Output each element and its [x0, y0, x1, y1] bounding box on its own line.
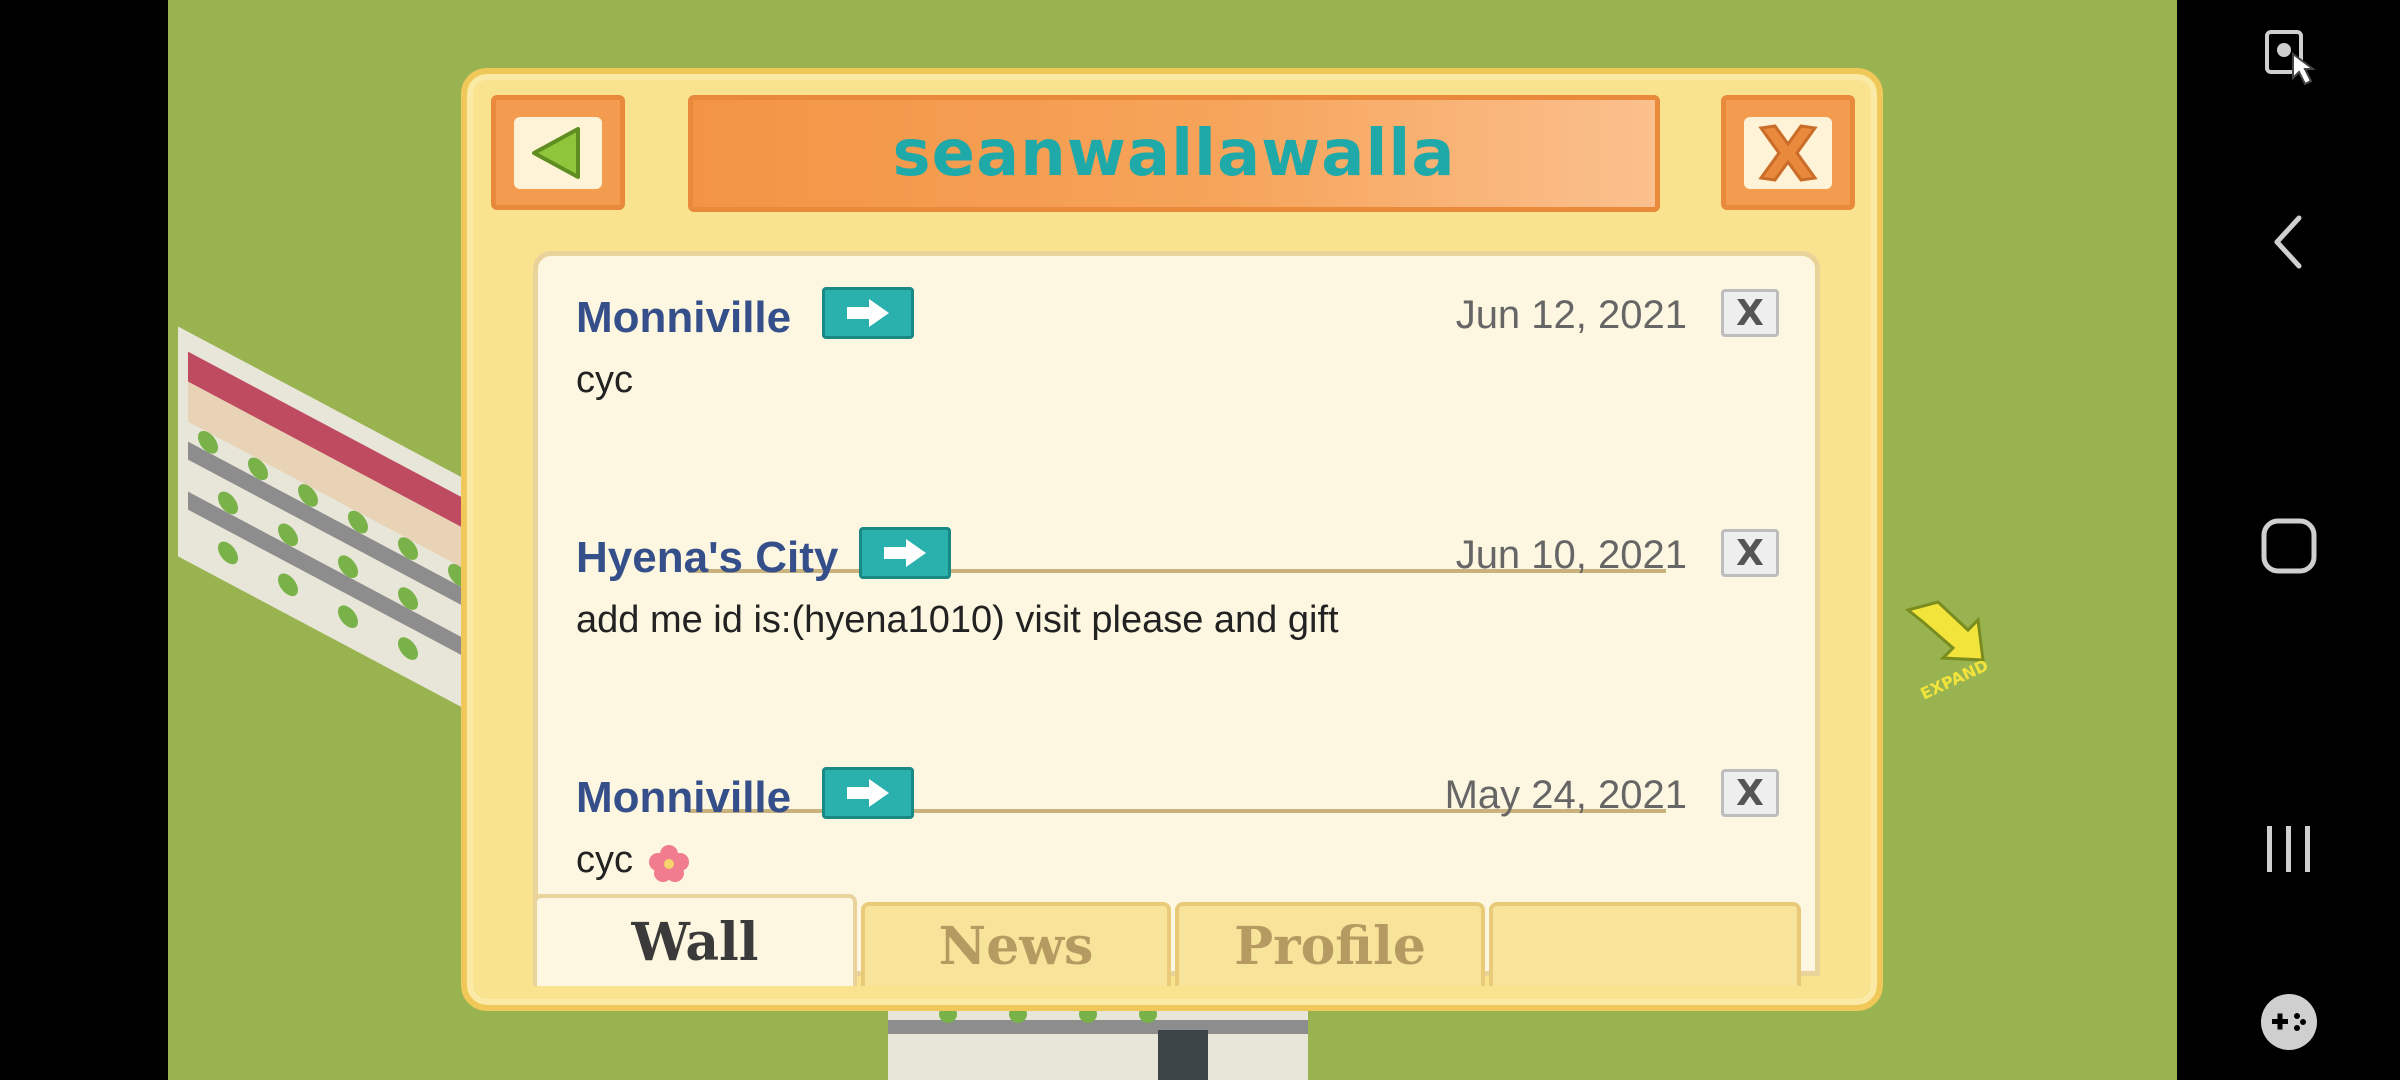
arrow-right-icon: [847, 299, 889, 327]
lock-touch-icon: [2264, 30, 2316, 86]
recents-icon: [2266, 826, 2310, 872]
post-author[interactable]: Hyena's City: [576, 533, 838, 583]
back-button[interactable]: [491, 95, 625, 210]
delete-post-button[interactable]: X: [1721, 769, 1779, 817]
arrow-right-icon: [847, 779, 889, 807]
wall-feed[interactable]: Monniville Jun 12, 2021 X cyc Hyena's Ci…: [533, 251, 1820, 976]
dialog-tabs: Wall News Profile: [533, 894, 1820, 986]
close-icon: [1758, 123, 1818, 182]
back-arrow-icon: [532, 126, 580, 179]
arrow-right-icon: [884, 539, 926, 567]
post-author[interactable]: Monniville: [576, 773, 791, 823]
tab-empty: [1489, 902, 1801, 986]
friend-wall-dialog: seanwallawalla Monniville Jun 12, 2021 X…: [461, 68, 1883, 1011]
tab-profile[interactable]: Profile: [1175, 902, 1485, 986]
post-date: May 24, 2021: [1444, 773, 1687, 817]
back-nav-button[interactable]: [2177, 206, 2400, 278]
delete-post-button[interactable]: X: [1721, 289, 1779, 337]
delete-x-icon: X: [1736, 292, 1764, 334]
city-block-bottom-graphic: [888, 1000, 1308, 1080]
tab-wall[interactable]: Wall: [533, 894, 857, 986]
post-date: Jun 12, 2021: [1455, 293, 1687, 337]
delete-x-icon: X: [1736, 532, 1764, 574]
post-author[interactable]: Monniville: [576, 293, 791, 343]
left-black-bar: [0, 0, 168, 1080]
system-nav-bar: [2177, 0, 2400, 1080]
visit-button[interactable]: [859, 527, 951, 579]
dialog-title: seanwallawalla: [892, 116, 1456, 191]
close-button[interactable]: [1721, 95, 1855, 210]
screen-lock-touch-button[interactable]: [2177, 22, 2400, 94]
post-date: Jun 10, 2021: [1455, 533, 1687, 577]
home-nav-button[interactable]: [2177, 510, 2400, 582]
flower-emoji-icon: [648, 844, 689, 882]
game-tools-button[interactable]: [2177, 986, 2400, 1058]
recents-nav-button[interactable]: [2177, 812, 2400, 884]
visit-button[interactable]: [822, 287, 914, 339]
chevron-left-icon: [2274, 215, 2301, 269]
delete-post-button[interactable]: X: [1721, 529, 1779, 577]
expand-arrow-icon: [1904, 600, 1985, 662]
tab-news[interactable]: News: [861, 902, 1171, 986]
gamepad-icon: [2260, 994, 2317, 1050]
post-message-text: cyc: [576, 839, 633, 881]
post-message: add me id is:(hyena1010) visit please an…: [576, 599, 1339, 641]
home-square-icon: [2261, 518, 2316, 574]
post-message: cyc: [576, 359, 633, 401]
expand-arrow[interactable]: EXPAND: [1898, 600, 2008, 720]
title-banner: seanwallawalla: [688, 95, 1660, 212]
post-message: cyc: [576, 839, 694, 882]
visit-button[interactable]: [822, 767, 914, 819]
delete-x-icon: X: [1736, 772, 1764, 814]
